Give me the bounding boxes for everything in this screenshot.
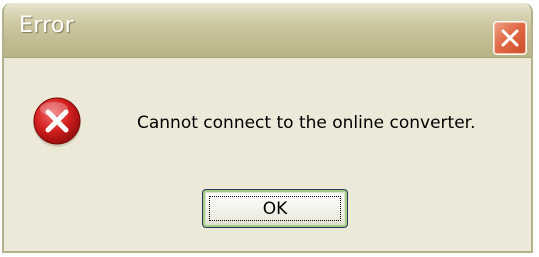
ok-button-label: OK — [262, 198, 288, 219]
ok-button[interactable]: OK — [202, 189, 348, 228]
title-bar[interactable]: Error — [4, 3, 531, 58]
close-button[interactable] — [493, 21, 527, 55]
dialog-body: Cannot connect to the online converter. … — [4, 58, 531, 251]
dialog-title: Error — [19, 13, 75, 38]
error-message: Cannot connect to the online converter. — [137, 113, 476, 133]
close-icon — [501, 29, 519, 47]
error-dialog: Error Cannot connect to the online conve… — [2, 3, 533, 253]
error-icon — [33, 97, 81, 147]
